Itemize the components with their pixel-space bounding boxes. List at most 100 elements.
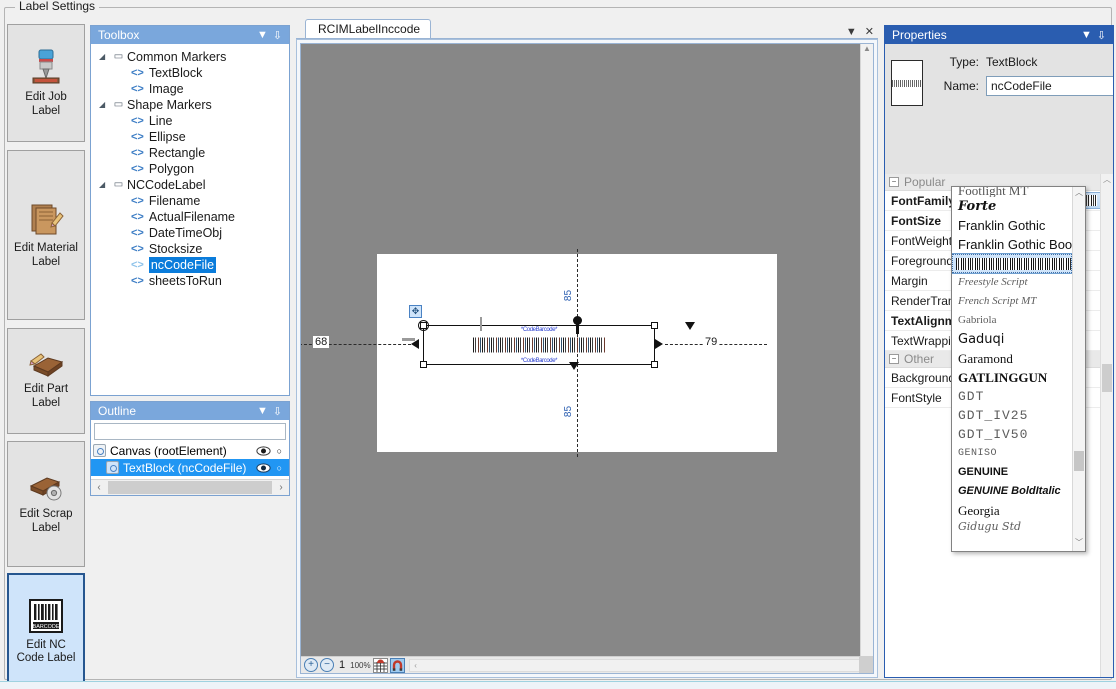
tree-item-polygon[interactable]: <> Polygon	[97, 161, 289, 177]
zoom-in-icon[interactable]: +	[304, 658, 318, 672]
expander-icon[interactable]: ◢	[99, 97, 110, 113]
sidebar-item-label2: Code Label	[15, 652, 78, 665]
tree-item-datetimeobj[interactable]: <> DateTimeObj	[97, 225, 289, 241]
tabstrip-controls: ▼ ✕	[846, 25, 878, 38]
font-item-gabriola[interactable]: Gabriola	[952, 311, 1072, 330]
tree-item-textblock[interactable]: <> TextBlock	[97, 65, 289, 81]
fontfamily-dropdown-list[interactable]: Footlight MT Forte Franklin Gothic Frank…	[951, 186, 1086, 552]
outline-search-input[interactable]	[94, 423, 286, 440]
canvas-horizontal-scrollbar[interactable]: ‹	[409, 659, 871, 672]
font-dropdown-scrollbar[interactable]: ︿ ﹀	[1072, 187, 1085, 551]
tree-item-line[interactable]: <> Line	[97, 113, 289, 129]
scrollbar-thumb[interactable]	[1074, 451, 1084, 471]
font-item-georgia[interactable]: Georgia	[952, 501, 1072, 520]
tab-rcimlabelinccode[interactable]: RCIMLabelInccode	[305, 19, 431, 38]
scrollbar-thumb[interactable]	[108, 481, 272, 494]
material-icon	[28, 201, 64, 237]
chevron-left-icon[interactable]: ‹	[410, 661, 422, 670]
font-item-gdt-iv50[interactable]: GDT_IV50	[952, 425, 1072, 444]
chevron-down-icon[interactable]: ▼	[255, 29, 270, 41]
tree-item-nccodefile[interactable]: <> ncCodeFile	[97, 257, 289, 273]
tree-label: Polygon	[149, 161, 194, 177]
font-item-gatlinggun[interactable]: GATLINGGUN	[952, 368, 1072, 387]
scrollbar-thumb[interactable]	[1102, 364, 1112, 392]
pin-icon[interactable]: ⇩	[270, 405, 285, 418]
chevron-up-icon[interactable]: ︿	[1101, 174, 1113, 187]
properties-vertical-scrollbar[interactable]: ︿	[1100, 174, 1113, 677]
tree-item-actualfilename[interactable]: <> ActualFilename	[97, 209, 289, 225]
font-item-forte[interactable]: Forte	[952, 197, 1072, 216]
eye-icon[interactable]	[256, 446, 271, 456]
expander-icon[interactable]: ◢	[99, 177, 110, 193]
expander-icon[interactable]: ◢	[99, 49, 110, 65]
resize-handle-bl[interactable]	[420, 361, 427, 368]
node-icon: ▭	[110, 177, 127, 193]
font-item-genuine-bolditalic[interactable]: GENUINE BoldItalic	[952, 482, 1072, 501]
design-canvas[interactable]: 85 85 68 79	[300, 43, 874, 674]
outline-horizontal-scrollbar[interactable]: ‹ ›	[91, 479, 289, 495]
selected-element-bounds[interactable]: *CodeBarcode* *CodeBarcode*	[423, 325, 655, 365]
zoom-out-icon[interactable]: −	[320, 658, 334, 672]
pin-icon[interactable]: ⇩	[1094, 29, 1109, 42]
tree-group-nccodelabel[interactable]: ◢ ▭ NCCodeLabel	[97, 177, 289, 193]
font-item-freestyle-script[interactable]: Freestyle Script	[952, 273, 1072, 292]
chevron-up-icon[interactable]: ▲	[861, 44, 873, 57]
chevron-down-icon[interactable]: ▼	[1079, 29, 1094, 41]
outline-row-canvas[interactable]: Canvas (rootElement) ○	[91, 442, 289, 459]
font-item-garamond[interactable]: Garamond	[952, 349, 1072, 368]
eye-icon[interactable]	[256, 463, 271, 473]
collapse-icon[interactable]: −	[889, 354, 899, 364]
sidebar-item-edit-job-label[interactable]: Edit Job Label	[7, 24, 85, 142]
chevron-down-icon[interactable]: ﹀	[1073, 537, 1085, 551]
tree-item-stocksize[interactable]: <> Stocksize	[97, 241, 289, 257]
arrow-right-icon	[655, 339, 663, 349]
move-icon[interactable]: ✥	[409, 305, 422, 318]
font-item-geniso[interactable]: GENISO	[952, 444, 1072, 463]
font-item-gidugu-std[interactable]: Gidugu Std	[952, 520, 1072, 534]
svg-text:BARCODE: BARCODE	[33, 624, 60, 630]
chevron-down-icon[interactable]: ▼	[846, 26, 857, 38]
font-item-franklin-gothic-book[interactable]: Franklin Gothic Book	[952, 235, 1072, 254]
tree-item-rectangle[interactable]: <> Rectangle	[97, 145, 289, 161]
font-item-gdt[interactable]: GDT	[952, 387, 1072, 406]
grid-icon[interactable]	[373, 658, 388, 673]
font-item-footlight-mt[interactable]: Footlight MT	[952, 187, 1072, 197]
tree-group-common-markers[interactable]: ◢ ▭ Common Markers	[97, 49, 289, 65]
outline-body: Canvas (rootElement) ○ TextBlock (ncCode…	[91, 420, 289, 495]
sidebar-item-edit-nc-code-label[interactable]: BARCODE Edit NC Code Label	[7, 573, 85, 689]
sidebar-item-edit-material-label[interactable]: Edit Material Label	[7, 150, 85, 320]
sidebar-item-edit-scrap-label[interactable]: Edit Scrap Label	[7, 441, 85, 567]
chevron-right-icon[interactable]: ›	[273, 482, 289, 493]
pin-icon[interactable]: ⇩	[270, 29, 285, 42]
font-item-franklin-gothic[interactable]: Franklin Gothic	[952, 216, 1072, 235]
tree-item-sheetstorun[interactable]: <> sheetsToRun	[97, 273, 289, 289]
canvas-vertical-scrollbar[interactable]: ▲	[860, 44, 873, 656]
magnet-icon[interactable]	[390, 658, 405, 673]
font-item-french-script-mt[interactable]: French Script MT	[952, 292, 1072, 311]
resize-handle-tr[interactable]	[651, 322, 658, 329]
close-icon[interactable]: ✕	[865, 25, 874, 38]
name-input[interactable]	[986, 76, 1113, 96]
resize-handle-br[interactable]	[651, 361, 658, 368]
font-item-gdt-iv25[interactable]: GDT_IV25	[952, 406, 1072, 425]
rotate-icon[interactable]	[418, 320, 429, 331]
chevron-down-icon[interactable]: ▼	[255, 405, 270, 417]
sidebar-item-edit-part-label[interactable]: Edit Part Label	[7, 328, 85, 434]
circle-icon[interactable]: ○	[277, 463, 282, 473]
node-icon: ▭	[110, 49, 127, 65]
tree-item-image[interactable]: <> Image	[97, 81, 289, 97]
circle-icon[interactable]: ○	[277, 446, 282, 456]
tab-label: RCIMLabelInccode	[318, 22, 420, 36]
label-artboard[interactable]: 85 85 68 79	[377, 254, 777, 452]
collapse-icon[interactable]: −	[889, 177, 899, 187]
font-item-genuine[interactable]: GENUINE	[952, 463, 1072, 482]
tree-item-filename[interactable]: <> Filename	[97, 193, 289, 209]
chevron-left-icon[interactable]: ‹	[91, 482, 107, 493]
tree-item-ellipse[interactable]: <> Ellipse	[97, 129, 289, 145]
outline-row-textblock[interactable]: TextBlock (ncCodeFile) ○	[91, 459, 289, 476]
canvas-resize-grip[interactable]	[859, 656, 873, 673]
chevron-up-icon[interactable]: ︿	[1073, 187, 1085, 201]
font-item-barcode-selected[interactable]	[952, 254, 1072, 273]
font-item-gaduqi[interactable]: Gaduqi	[952, 330, 1072, 349]
tree-group-shape-markers[interactable]: ◢ ▭ Shape Markers	[97, 97, 289, 113]
